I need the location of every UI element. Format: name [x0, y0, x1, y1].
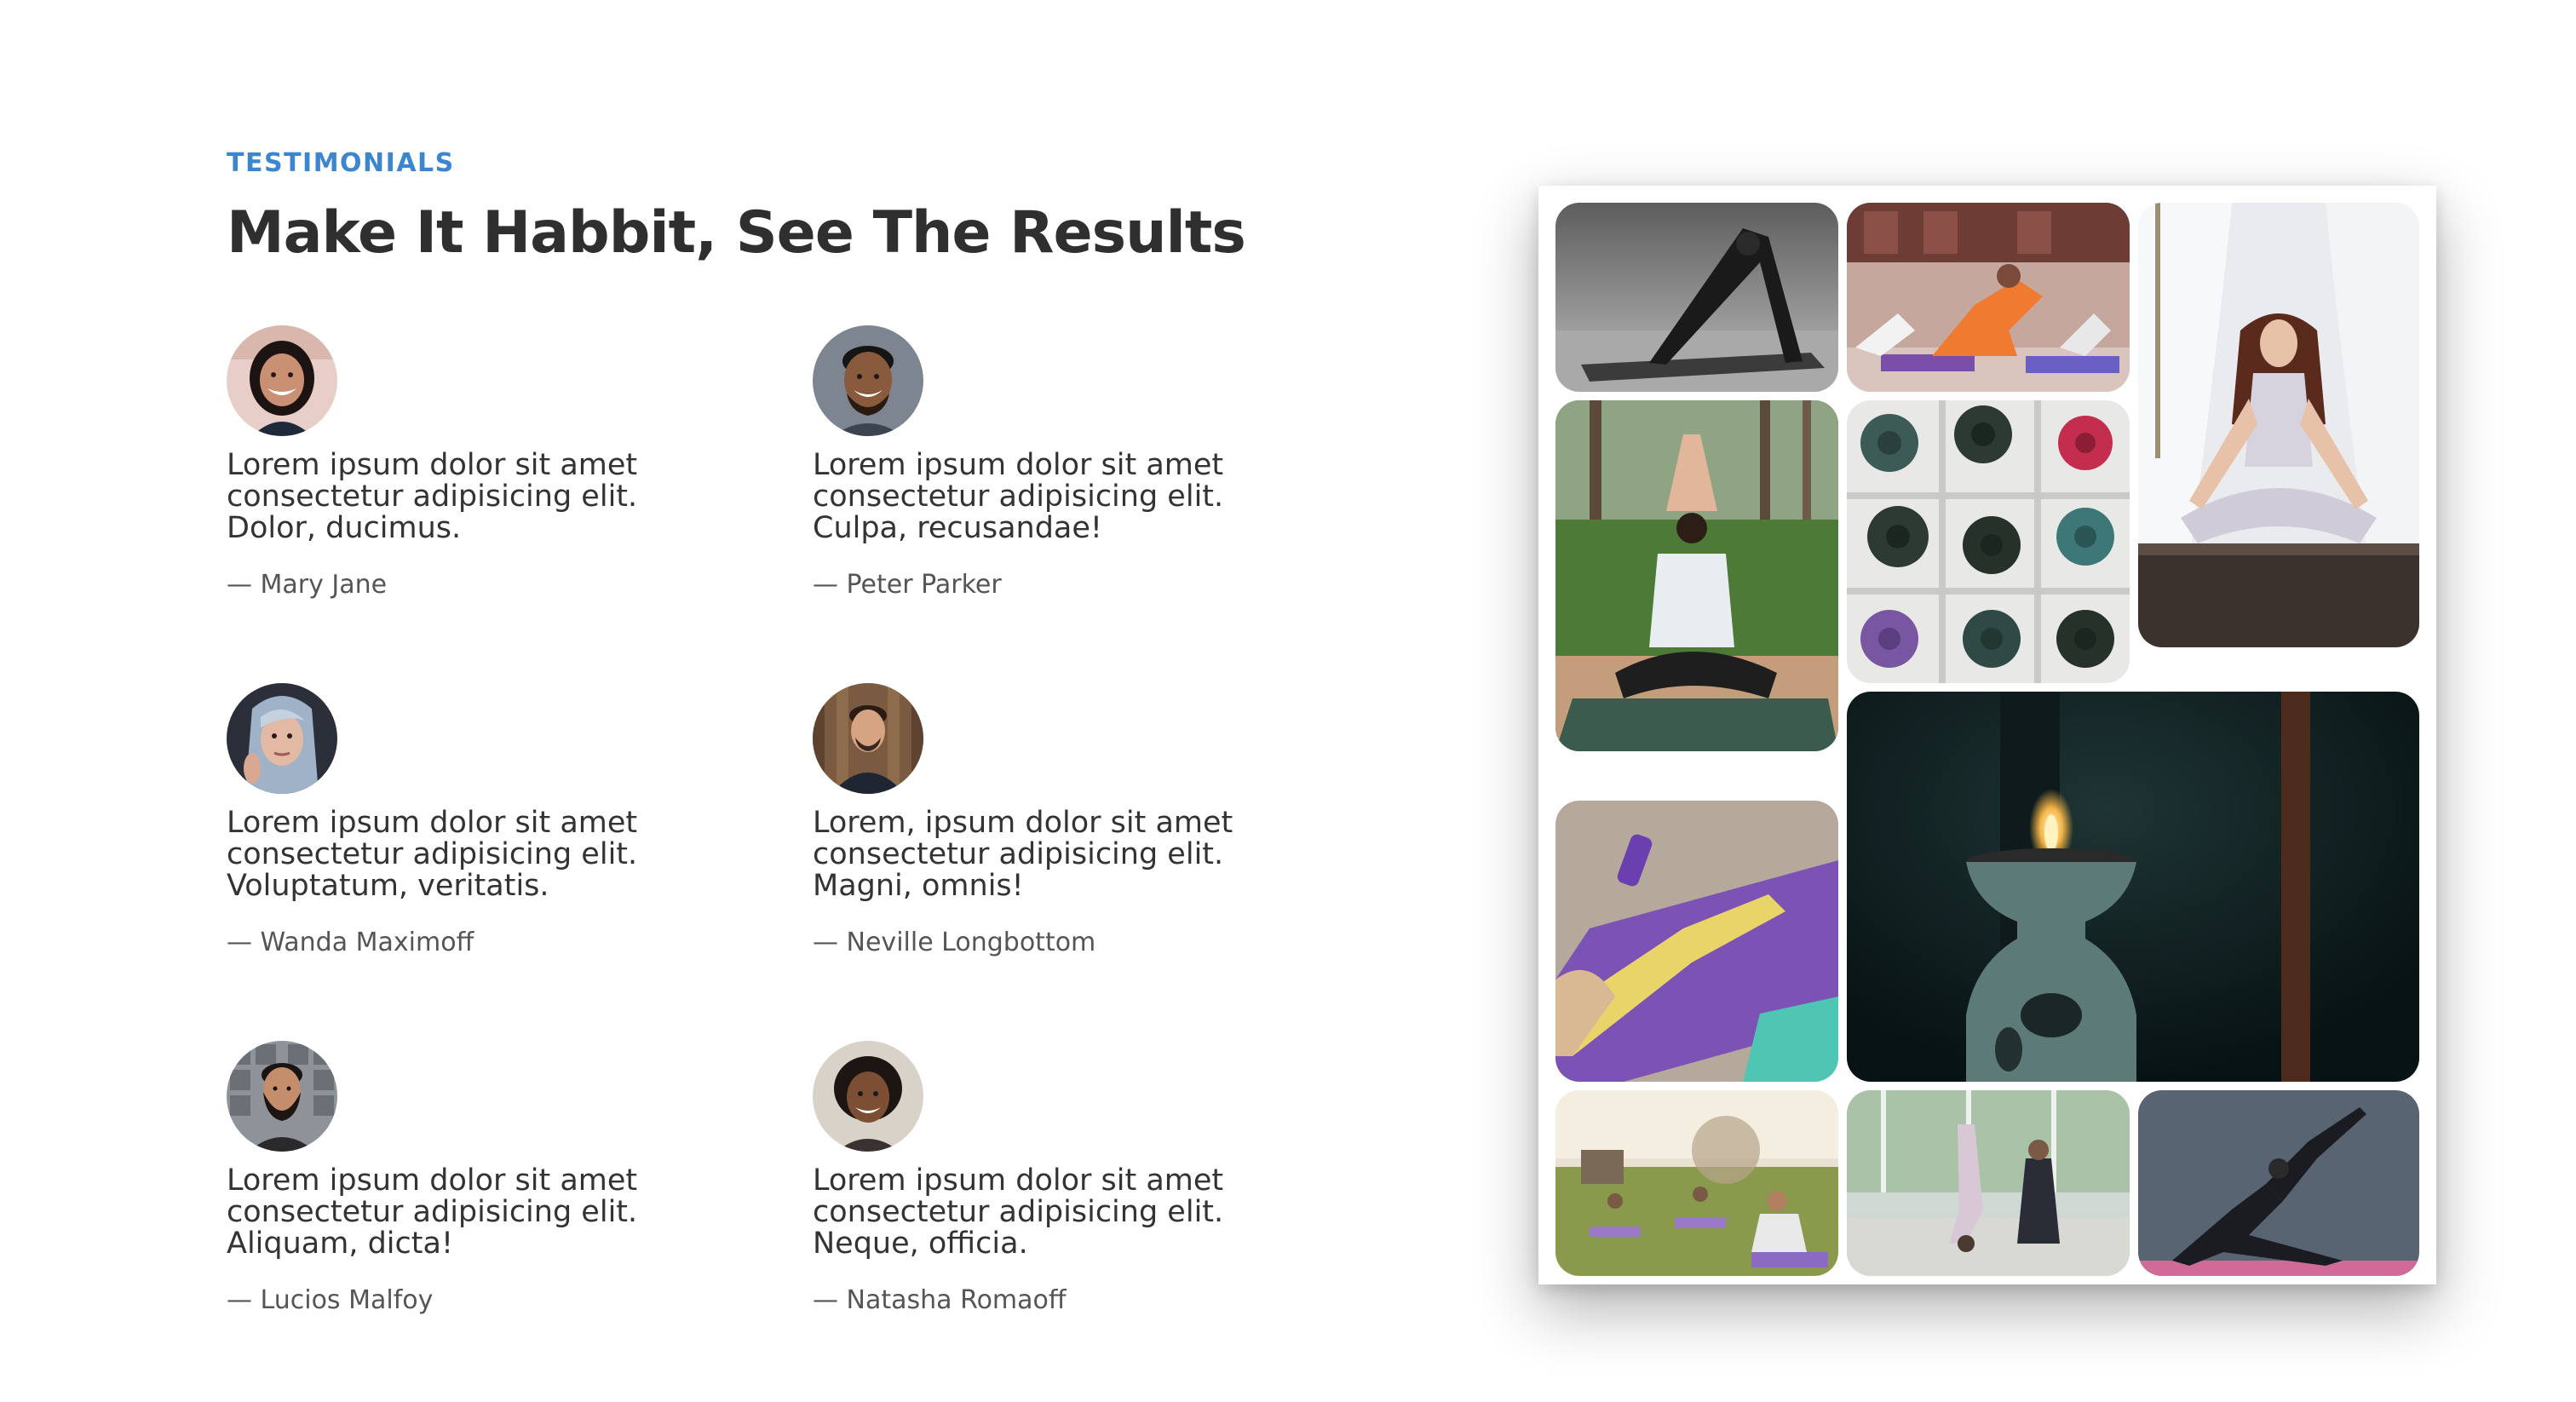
- meditation-lotus-photo: [2138, 203, 2419, 647]
- avatar: [813, 683, 923, 794]
- avatar: [227, 683, 337, 794]
- avatar: [227, 1041, 337, 1152]
- testimonial-author: — Mary Jane: [227, 570, 388, 600]
- stretching-on-mat-photo: [1555, 801, 1838, 1082]
- testimonial-author: — Wanda Maximoff: [227, 928, 474, 957]
- candle-oil-burner-photo: [1847, 692, 2419, 1082]
- yoga-downward-dog-photo: [1555, 203, 1838, 392]
- yoga-class-stretch-photo: [1847, 203, 2130, 392]
- testimonials-page: TESTIMONIALS Make It Habbit, See The Res…: [0, 0, 2576, 1402]
- partner-yoga-photo: [1847, 1090, 2130, 1276]
- outdoor-group-yoga-photo: [1555, 1090, 1838, 1276]
- testimonial-author: — Natasha Romaoff: [813, 1285, 1067, 1315]
- yoga-mats-shelf-photo: [1847, 400, 2130, 683]
- testimonials-section: TESTIMONIALS Make It Habbit, See The Res…: [227, 147, 1249, 1315]
- testimonial-quote: Lorem ipsum dolor sit amet consectetur a…: [813, 448, 1224, 545]
- testimonial-quote: Lorem, ipsum dolor sit amet consectetur …: [813, 806, 1233, 903]
- testimonial-card: Lorem, ipsum dolor sit amet consectetur …: [813, 683, 1290, 957]
- photo-gallery: [1538, 186, 2436, 1284]
- outdoor-yoga-pose-photo: [1555, 400, 1838, 751]
- lunge-stretch-photo: [2138, 1090, 2419, 1276]
- testimonial-quote: Lorem ipsum dolor sit amet consectetur a…: [227, 448, 638, 545]
- testimonial-card: Lorem ipsum dolor sit amet consectetur a…: [813, 1041, 1290, 1315]
- avatar: [813, 1041, 923, 1152]
- avatar: [813, 325, 923, 436]
- testimonial-author: — Lucios Malfoy: [227, 1285, 434, 1315]
- testimonial-card: Lorem ipsum dolor sit amet consectetur a…: [813, 325, 1290, 600]
- testimonial-author: — Peter Parker: [813, 570, 1002, 600]
- testimonial-card: Lorem ipsum dolor sit amet consectetur a…: [227, 683, 704, 957]
- testimonial-card: Lorem ipsum dolor sit amet consectetur a…: [227, 1041, 704, 1315]
- testimonial-quote: Lorem ipsum dolor sit amet consectetur a…: [227, 806, 638, 903]
- section-kicker: TESTIMONIALS: [227, 148, 455, 178]
- testimonial-author: — Neville Longbottom: [813, 928, 1096, 957]
- avatar: [227, 325, 337, 436]
- section-title: Make It Habbit, See The Results: [227, 199, 1246, 267]
- testimonial-quote: Lorem ipsum dolor sit amet consectetur a…: [813, 1164, 1224, 1261]
- testimonial-quote: Lorem ipsum dolor sit amet consectetur a…: [227, 1164, 638, 1261]
- testimonial-card: Lorem ipsum dolor sit amet consectetur a…: [227, 325, 704, 600]
